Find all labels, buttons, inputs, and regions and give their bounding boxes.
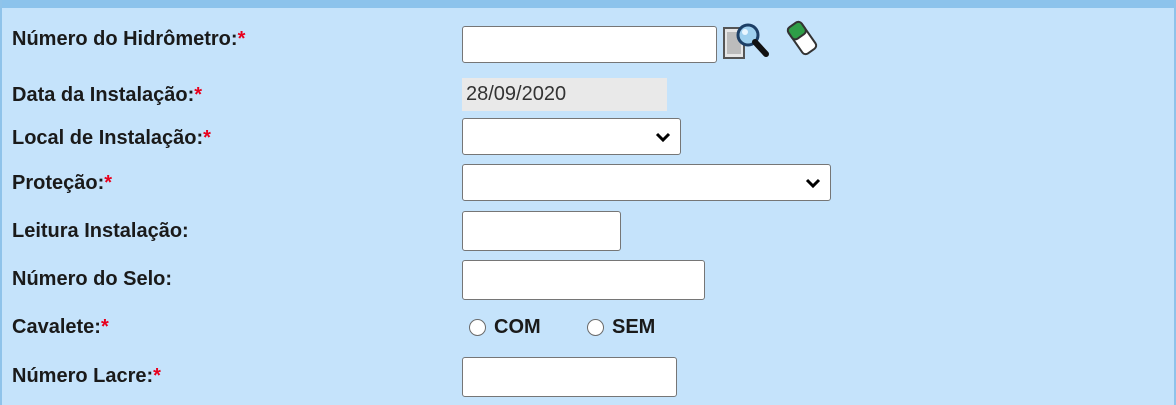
numero-lacre-label: Número Lacre:* bbox=[12, 365, 161, 388]
leitura-instalacao-input[interactable] bbox=[462, 211, 621, 251]
cavalete-com-radio[interactable] bbox=[469, 319, 486, 336]
cavalete-sem-label: SEM bbox=[612, 316, 656, 338]
eraser-icon[interactable] bbox=[784, 18, 820, 58]
data-instalacao-label: Data da Instalação:* bbox=[12, 84, 202, 107]
required-marker: * bbox=[153, 365, 161, 387]
cavalete-label-text: Cavalete: bbox=[12, 316, 101, 338]
local-instalacao-label-text: Local de Instalação: bbox=[12, 127, 204, 149]
numero-lacre-input[interactable] bbox=[462, 357, 677, 397]
numero-lacre-label-text: Número Lacre: bbox=[12, 365, 154, 387]
header-bar bbox=[2, 0, 1174, 8]
required-marker: * bbox=[194, 84, 203, 106]
cavalete-label: Cavalete:* bbox=[12, 316, 109, 339]
local-instalacao-select[interactable] bbox=[462, 118, 681, 155]
numero-selo-label-text: Número do Selo: bbox=[12, 268, 173, 290]
data-instalacao-value: 28/09/2020 bbox=[462, 78, 667, 111]
required-marker: * bbox=[100, 316, 109, 338]
hidrometro-label-text: Número do Hidrômetro: bbox=[12, 28, 238, 50]
numero-selo-label: Número do Selo: bbox=[12, 268, 172, 291]
search-icon[interactable] bbox=[722, 18, 772, 64]
required-marker: * bbox=[203, 127, 211, 149]
cavalete-option-com[interactable]: COM bbox=[469, 316, 541, 339]
hidrometro-label: Número do Hidrômetro:* bbox=[12, 28, 245, 51]
protecao-select[interactable] bbox=[462, 164, 831, 201]
chevron-down-icon bbox=[655, 132, 671, 142]
cavalete-com-label: COM bbox=[494, 316, 541, 338]
protecao-label: Proteção:* bbox=[12, 172, 112, 195]
cavalete-option-sem[interactable]: SEM bbox=[587, 316, 655, 339]
hidrometro-input[interactable] bbox=[462, 26, 717, 63]
leitura-instalacao-label: Leitura Instalação: bbox=[12, 220, 189, 243]
local-instalacao-label: Local de Instalação:* bbox=[12, 127, 211, 150]
data-instalacao-label-text: Data da Instalação: bbox=[12, 84, 195, 106]
chevron-down-icon bbox=[805, 178, 821, 188]
leitura-instalacao-label-text: Leitura Instalação: bbox=[12, 220, 189, 242]
numero-selo-input[interactable] bbox=[462, 260, 705, 300]
required-marker: * bbox=[237, 28, 246, 50]
protecao-label-text: Proteção: bbox=[12, 172, 105, 194]
form-panel: Número do Hidrômetro:* Data da Instalaçã… bbox=[0, 0, 1176, 405]
required-marker: * bbox=[104, 172, 113, 194]
cavalete-sem-radio[interactable] bbox=[587, 319, 604, 336]
